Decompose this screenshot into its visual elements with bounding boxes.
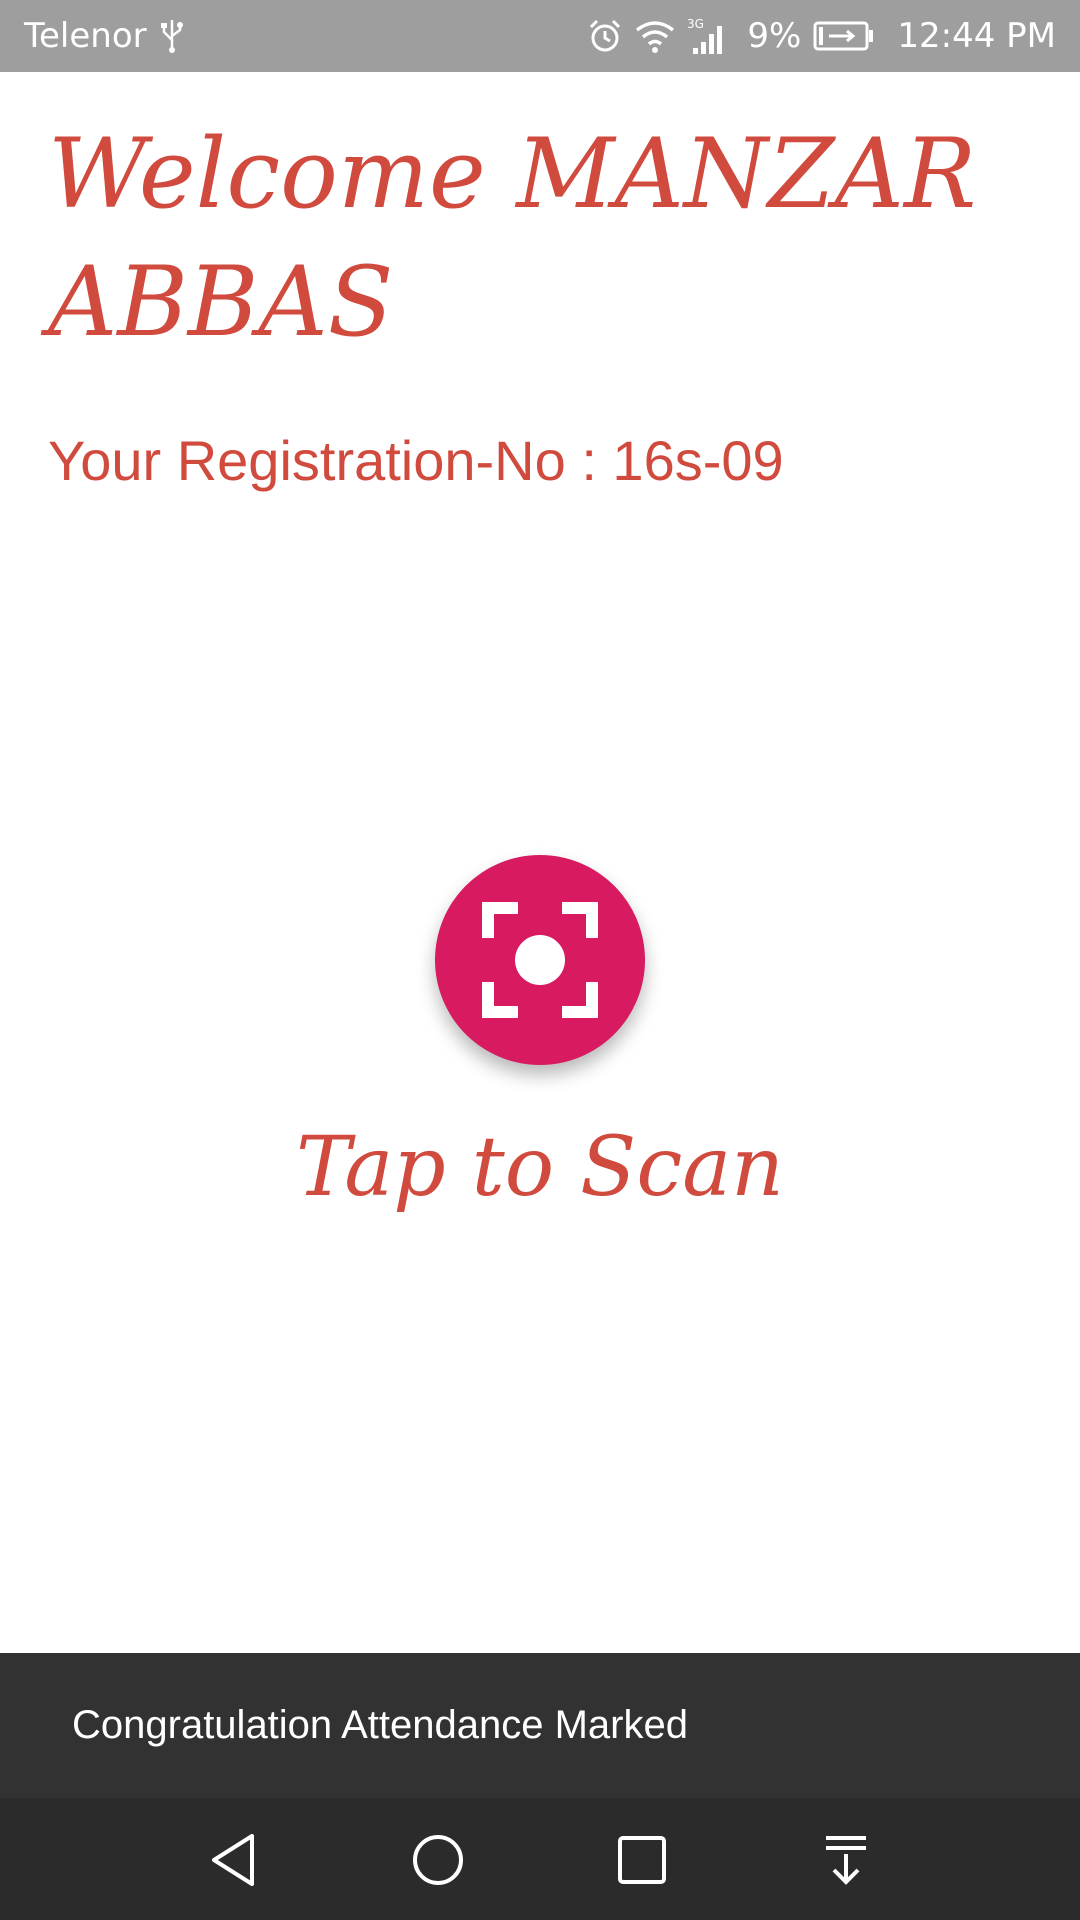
snackbar-message: Congratulation Attendance Marked — [72, 1703, 688, 1747]
carrier-name: Telenor — [24, 16, 147, 56]
welcome-heading: Welcome MANZAR ABBAS — [48, 118, 977, 358]
back-button[interactable] — [192, 1818, 276, 1902]
battery-percent: 9% — [747, 16, 802, 56]
recents-icon — [614, 1832, 670, 1888]
signal-icon: 3G — [687, 16, 731, 56]
notification-pulldown-button[interactable] — [804, 1818, 888, 1902]
back-icon — [206, 1832, 262, 1888]
status-right: 3G 9% 12:44 PM — [587, 16, 1056, 56]
battery-charging-icon — [813, 20, 875, 52]
usb-icon — [159, 18, 185, 54]
scan-icon — [480, 900, 600, 1020]
alarm-icon — [587, 18, 623, 54]
status-left: Telenor — [24, 16, 185, 56]
registration-number: Your Registration-No : 16s-09 — [48, 429, 784, 492]
home-icon — [410, 1832, 466, 1888]
home-button[interactable] — [396, 1818, 480, 1902]
wifi-icon — [635, 18, 675, 54]
tap-to-scan-label: Tap to Scan — [296, 1120, 784, 1215]
notification-pulldown-icon — [818, 1832, 874, 1888]
recents-button[interactable] — [600, 1818, 684, 1902]
navigation-bar — [0, 1798, 1080, 1920]
network-type: 3G — [687, 17, 704, 31]
clock: 12:44 PM — [897, 16, 1056, 56]
status-bar: Telenor 3G 9% 12:44 PM — [0, 0, 1080, 72]
scan-button[interactable] — [435, 855, 645, 1065]
snackbar: Congratulation Attendance Marked — [0, 1653, 1080, 1798]
